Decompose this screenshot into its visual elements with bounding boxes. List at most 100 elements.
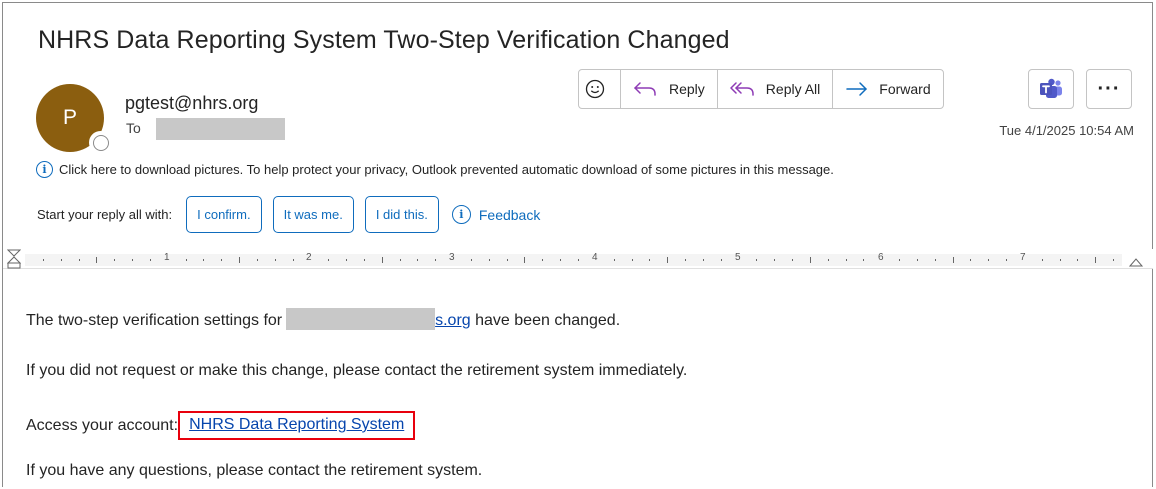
info-icon: i xyxy=(36,161,53,178)
ruler-tick xyxy=(1077,259,1079,261)
ruler-tick xyxy=(363,259,365,261)
ruler-tick xyxy=(488,259,490,261)
ruler-number: 2 xyxy=(306,252,312,263)
ruler-right-indent-icon[interactable] xyxy=(1129,253,1143,267)
ruler-tick xyxy=(78,259,80,261)
reply-all-button[interactable]: Reply All xyxy=(718,70,834,108)
ruler-tick xyxy=(132,259,133,261)
ruler-tick xyxy=(1113,259,1115,261)
message-actions-toolbar: Reply Reply All Forward xyxy=(578,69,944,109)
download-pictures-infobar[interactable]: i Click here to download pictures. To he… xyxy=(36,161,834,178)
ruler-tick xyxy=(524,257,526,263)
forward-icon xyxy=(846,82,868,96)
reply-all-label: Reply All xyxy=(765,81,821,97)
ruler-tick xyxy=(578,259,579,261)
ruler-tick xyxy=(96,257,98,263)
suggested-reply-i-did-this[interactable]: I did this. xyxy=(364,196,439,233)
ruler[interactable]: 1 2 3 4 5 6 7 xyxy=(3,249,1153,269)
ruler-tick xyxy=(685,259,686,261)
ruler-tick xyxy=(274,259,276,261)
ruler-tick xyxy=(114,259,116,261)
ruler-tick xyxy=(934,259,936,261)
ruler-tick xyxy=(845,259,847,261)
reply-button[interactable]: Reply xyxy=(621,70,718,108)
message-timestamp: Tue 4/1/2025 10:54 AM xyxy=(999,123,1134,138)
ruler-number: 4 xyxy=(592,252,598,263)
body-line-1: The two-step verification settings for s.… xyxy=(26,308,621,332)
ruler-tick xyxy=(381,257,383,263)
ruler-track: 1 2 3 4 5 6 7 xyxy=(25,252,1122,266)
ruler-number: 3 xyxy=(449,252,455,263)
sender-email[interactable]: pgtest@nhrs.org xyxy=(125,93,258,114)
ruler-indent-marker-icon[interactable] xyxy=(7,249,21,269)
react-button[interactable] xyxy=(579,70,621,108)
ruler-tick xyxy=(506,259,508,261)
ruler-tick xyxy=(1059,259,1061,261)
forward-button[interactable]: Forward xyxy=(833,70,942,108)
body-line-2: If you did not request or make this chan… xyxy=(26,362,688,379)
ruler-tick xyxy=(470,259,472,261)
teams-icon xyxy=(1040,78,1062,98)
ruler-tick xyxy=(42,259,44,261)
forward-label: Forward xyxy=(879,81,931,97)
ruler-tick xyxy=(417,259,419,261)
ruler-tick xyxy=(720,259,722,261)
more-actions-button[interactable]: ··· xyxy=(1086,69,1132,109)
ruler-tick xyxy=(613,259,615,261)
suggested-reply-it-was-me[interactable]: It was me. xyxy=(272,196,354,233)
ruler-tick xyxy=(292,259,294,261)
avatar-initial: P xyxy=(62,106,77,129)
ruler-number: 1 xyxy=(164,252,170,263)
email-redacted xyxy=(286,308,436,330)
body-line-4: If you have any questions, please contac… xyxy=(26,462,483,479)
ruler-tick xyxy=(631,259,633,261)
domain-link[interactable]: s.org xyxy=(435,312,471,329)
reply-icon xyxy=(634,82,656,96)
ruler-tick xyxy=(149,259,151,261)
ruler-number: 6 xyxy=(878,252,884,263)
ruler-tick xyxy=(256,259,258,261)
ruler-tick xyxy=(221,259,223,261)
ruler-tick xyxy=(756,259,758,261)
more-icon: ··· xyxy=(1097,77,1121,100)
feedback-label: Feedback xyxy=(478,206,541,223)
feedback-button[interactable]: i Feedback xyxy=(451,205,541,224)
ruler-tick xyxy=(1006,259,1008,261)
nhrs-data-reporting-link[interactable]: NHRS Data Reporting System xyxy=(189,416,404,433)
ruler-tick xyxy=(203,259,205,261)
ruler-tick xyxy=(346,259,348,261)
body-line-3: Access your account: NHRS Data Reporting … xyxy=(26,411,416,441)
ruler-tick xyxy=(185,259,187,261)
ruler-tick xyxy=(970,259,972,261)
message-subject: NHRS Data Reporting System Two-Step Veri… xyxy=(38,26,730,54)
ruler-number: 5 xyxy=(735,252,741,263)
ruler-tick xyxy=(916,259,918,261)
ruler-tick xyxy=(863,259,865,261)
access-account-label: Access your account: xyxy=(26,417,179,434)
teams-button[interactable] xyxy=(1028,69,1074,109)
ruler-tick xyxy=(649,259,651,261)
ruler-number: 7 xyxy=(1020,252,1026,263)
ruler-tick xyxy=(952,257,954,263)
suggested-replies: Start your reply all with: I confirm. It… xyxy=(37,196,540,233)
reply-label: Reply xyxy=(669,81,705,97)
recipient-redacted xyxy=(156,118,285,140)
to-label: To xyxy=(126,120,141,136)
reply-all-icon xyxy=(730,82,754,96)
ruler-tick xyxy=(667,257,669,263)
ruler-tick xyxy=(792,259,793,261)
suggested-replies-label: Start your reply all with: xyxy=(37,207,173,222)
ruler-tick xyxy=(774,259,776,261)
ruler-tick xyxy=(60,259,62,261)
ruler-tick xyxy=(435,259,437,261)
ruler-tick xyxy=(702,259,704,261)
body-line-1-text: The two-step verification settings for xyxy=(26,312,283,330)
ruler-tick xyxy=(827,259,829,261)
ruler-tick xyxy=(328,259,330,261)
ruler-tick xyxy=(809,257,811,263)
suggested-reply-i-confirm[interactable]: I confirm. xyxy=(186,196,262,233)
ruler-tick xyxy=(988,259,990,261)
body-line-1-suffix: have been changed. xyxy=(470,312,621,330)
presence-status-icon xyxy=(89,131,112,154)
ruler-tick xyxy=(899,259,900,261)
